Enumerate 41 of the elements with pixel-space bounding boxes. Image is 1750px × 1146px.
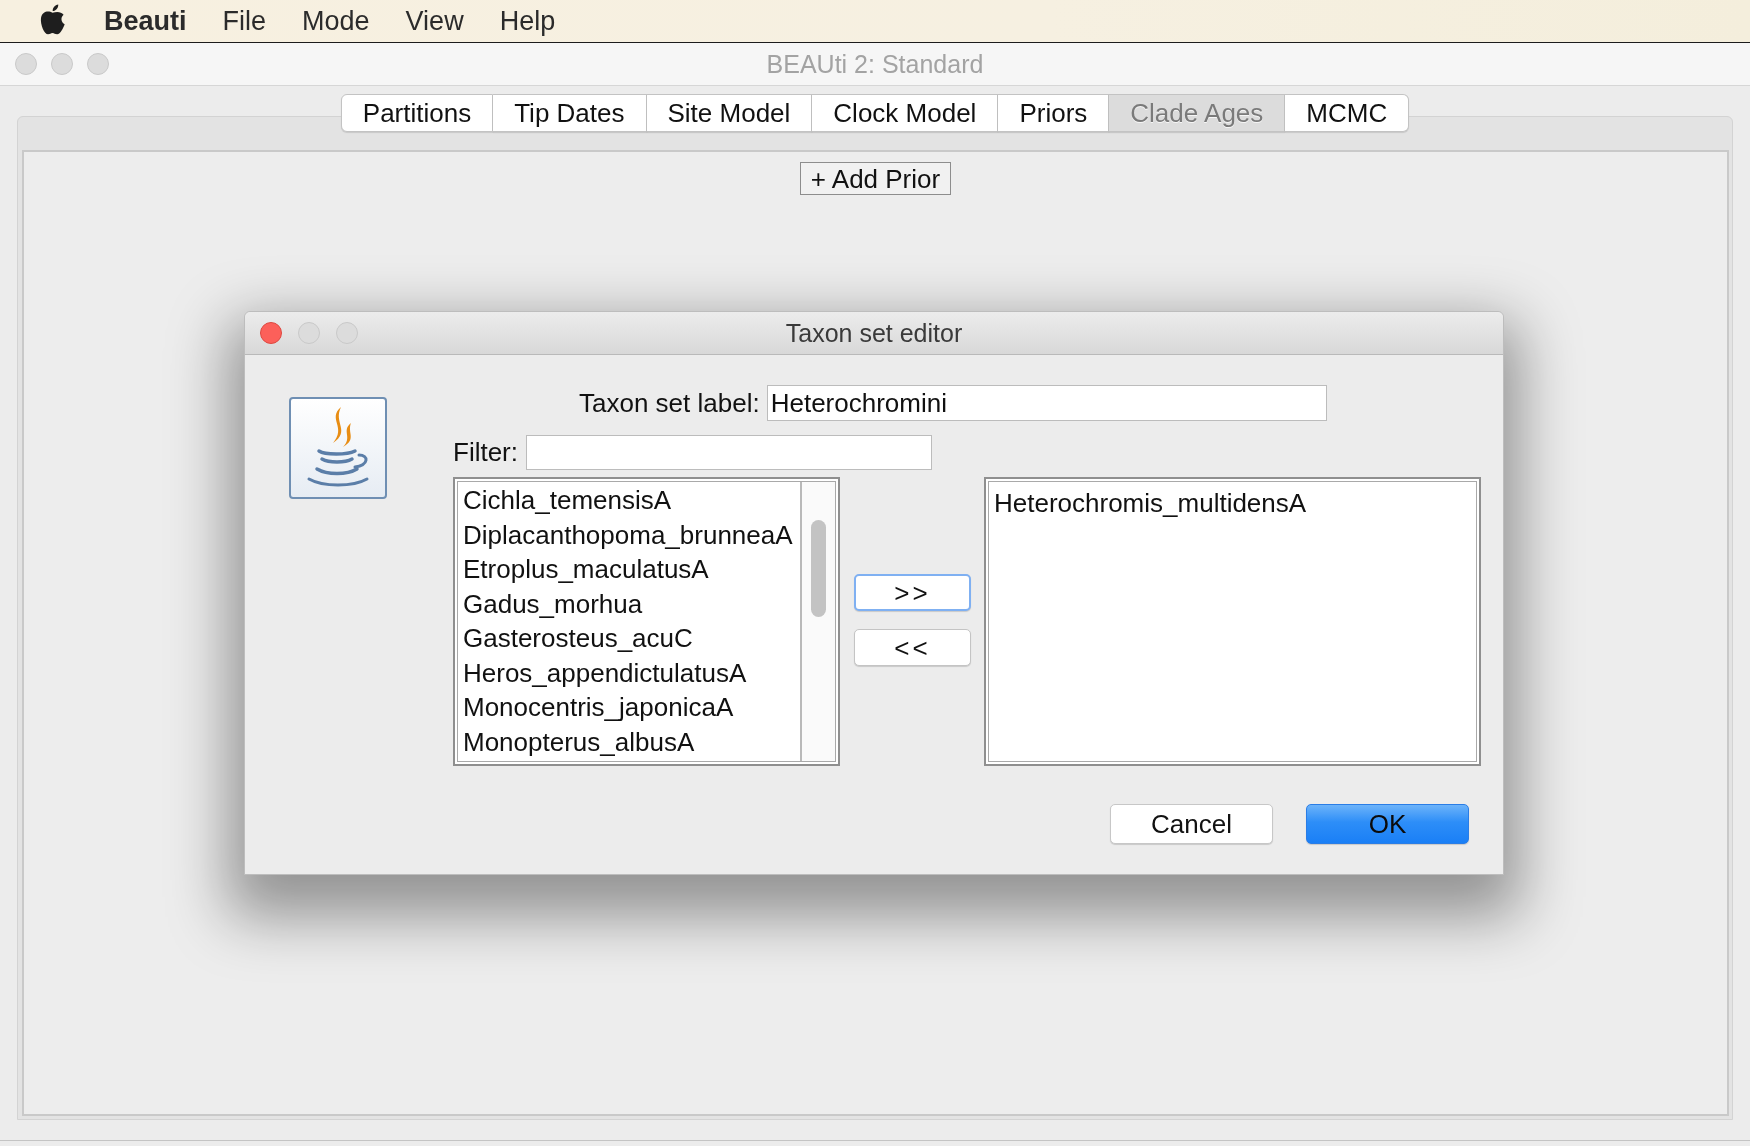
coffee-cup-icon <box>289 397 387 499</box>
tab[interactable]: MCMC <box>1285 94 1410 132</box>
dialog-title: Taxon set editor <box>785 318 963 348</box>
minimize-icon[interactable] <box>51 53 73 75</box>
menu-item[interactable]: File <box>222 5 267 37</box>
dialog-button[interactable]: OK <box>1306 804 1469 844</box>
minimize-icon[interactable] <box>298 322 320 344</box>
field-label: Filter: <box>453 437 518 468</box>
maximize-icon[interactable] <box>336 322 358 344</box>
filter-input[interactable] <box>526 435 932 470</box>
scrollbar-thumb[interactable] <box>811 520 826 617</box>
dialog-button[interactable]: Cancel <box>1110 804 1273 844</box>
close-icon[interactable] <box>15 53 37 75</box>
maximize-icon[interactable] <box>87 53 109 75</box>
menu-item[interactable]: Help <box>499 5 556 37</box>
close-icon[interactable] <box>260 322 282 344</box>
tab[interactable]: Clock Model <box>812 94 999 132</box>
list-item[interactable]: Gadus_morhua <box>463 586 800 621</box>
tab[interactable]: Priors <box>998 94 1110 132</box>
list-item[interactable]: Monocentris_japonicaA <box>463 690 800 725</box>
list-item[interactable]: Heterochromis_multidensA <box>994 486 1479 521</box>
menu-item[interactable]: Mode <box>302 5 370 37</box>
tab[interactable]: Partitions <box>340 94 494 132</box>
transfer-button[interactable]: >> <box>854 574 971 611</box>
scrollbar[interactable] <box>800 482 835 761</box>
field-label: Taxon set label: <box>579 387 760 419</box>
taxon-set-label-input[interactable]: Heterochromini <box>766 385 1327 421</box>
list-item[interactable]: Cichla_temensisA <box>463 483 800 518</box>
tab[interactable]: Tip Dates <box>493 94 647 132</box>
window-title: BEAUti 2: Standard <box>766 49 984 79</box>
transfer-button[interactable]: << <box>854 629 971 666</box>
tab[interactable]: Site Model <box>646 94 813 132</box>
list-item[interactable]: Etroplus_maculatusA <box>463 552 800 587</box>
list-item[interactable]: Monopterus_albusA <box>463 724 800 759</box>
app-menu-item[interactable]: Beauti <box>104 5 187 37</box>
list-item[interactable]: Gasterosteus_acuC <box>463 621 800 656</box>
add-prior-button[interactable]: + Add Prior <box>799 162 952 195</box>
apple-icon[interactable] <box>39 4 66 35</box>
list-item[interactable]: Heros_appendictulatusA <box>463 655 800 690</box>
list-item[interactable]: Diplacanthopoma_brunneaA <box>463 517 800 552</box>
menu-item[interactable]: View <box>405 5 464 37</box>
